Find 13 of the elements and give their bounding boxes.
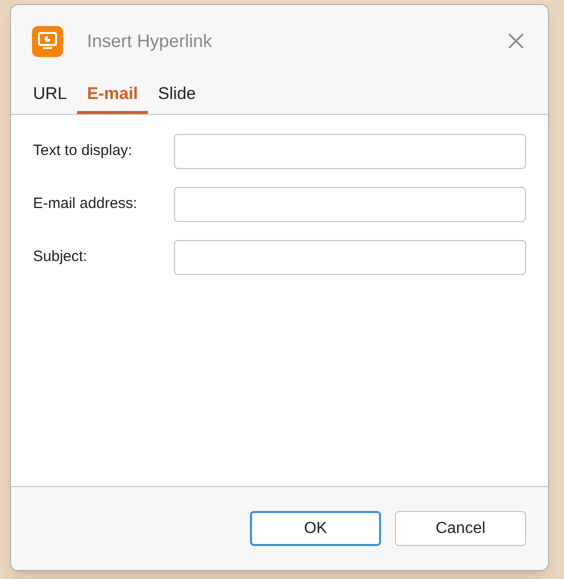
input-field[interactable] — [174, 240, 526, 275]
tab[interactable]: URL — [23, 77, 78, 114]
tab[interactable]: Slide — [148, 77, 206, 114]
input-field[interactable] — [174, 134, 526, 169]
field-label: Subject: — [33, 247, 88, 268]
field-label: Text to display: — [33, 141, 134, 162]
ok-button[interactable]: OK — [250, 511, 381, 546]
input-field[interactable] — [174, 187, 526, 222]
field-label: E-mail address: — [33, 194, 138, 214]
presentation-app-icon — [32, 26, 63, 56]
window-title: Insert Hyperlink — [87, 30, 212, 53]
cancel-button[interactable]: Cancel — [395, 511, 526, 546]
close-icon — [508, 33, 524, 49]
